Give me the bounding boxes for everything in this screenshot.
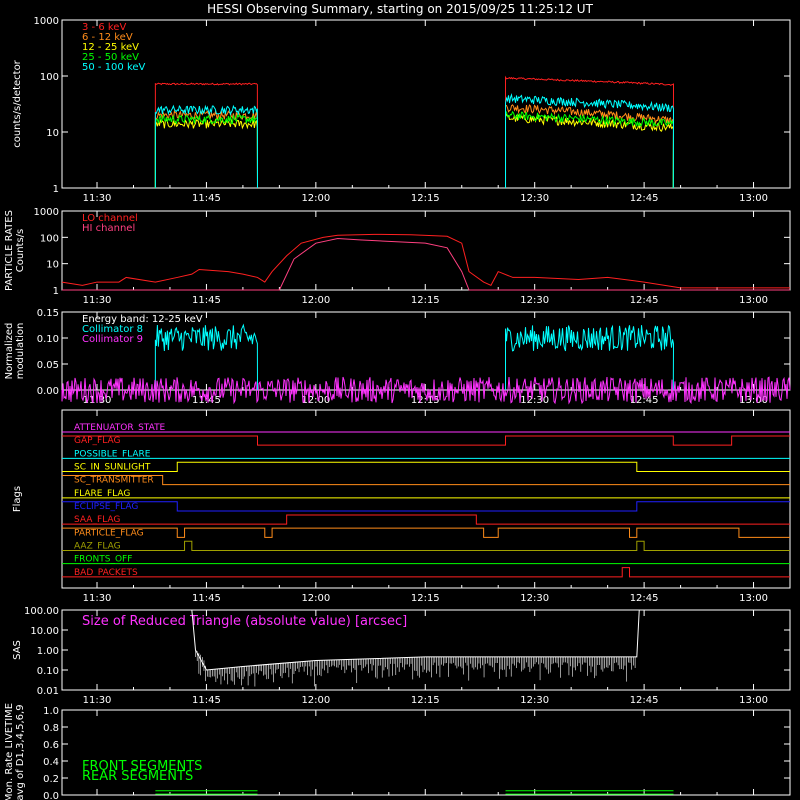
x-tick-label: 13:00 [739, 295, 768, 306]
y-axis-label: Flags [12, 486, 23, 512]
y-axis-label: avg of D1,3,4,5,6,9 [15, 704, 26, 800]
x-tick-label: 11:30 [83, 295, 112, 306]
y-tick-label: 100 [40, 72, 59, 83]
observing-summary-figure: HESSI Observing Summary, starting on 201… [0, 0, 800, 800]
flag-label: PARTICLE_FLAG [74, 528, 144, 538]
x-tick-label: 11:45 [192, 695, 221, 706]
y-tick-label: 0.6 [43, 740, 59, 751]
flag-label: GAP_FLAG [74, 436, 120, 446]
y-tick-label: 1000 [34, 16, 59, 27]
x-tick-label: 12:00 [301, 193, 330, 204]
x-tick-label: 12:30 [520, 695, 549, 706]
y-tick-label: 1.0 [43, 706, 59, 717]
x-tick-label: 11:30 [83, 695, 112, 706]
x-tick-label: 12:15 [411, 695, 440, 706]
x-tick-label: 13:00 [739, 193, 768, 204]
legend-entry: REAR SEGMENTS [82, 769, 193, 784]
y-tick-label: 10 [46, 128, 59, 139]
y-axis-label: Normalized [4, 323, 15, 380]
y-axis-label: SAS [12, 640, 23, 660]
y-tick-label: 0.10 [37, 666, 59, 677]
y-tick-label: 0.01 [37, 686, 59, 697]
x-tick-label: 12:30 [520, 593, 549, 604]
x-tick-label: 12:45 [630, 295, 659, 306]
x-tick-label: 12:45 [630, 695, 659, 706]
x-tick-label: 11:45 [192, 295, 221, 306]
y-tick-label: 100.00 [24, 606, 59, 617]
x-tick-label: 12:00 [301, 593, 330, 604]
y-axis-label: modulation [15, 323, 26, 380]
y-tick-label: 0.15 [37, 308, 59, 319]
flag-label: ECLIPSE_FLAG [74, 502, 138, 512]
x-tick-label: 13:00 [739, 593, 768, 604]
y-tick-label: 0.2 [43, 774, 59, 785]
y-tick-label: 1.00 [37, 646, 59, 657]
figure-title: HESSI Observing Summary, starting on 201… [207, 2, 593, 16]
legend-entry: HI channel [82, 223, 135, 234]
legend-entry: 50 - 100 keV [82, 62, 146, 73]
figure-background [0, 0, 800, 800]
y-tick-label: 0.8 [43, 723, 59, 734]
x-tick-label: 12:00 [301, 395, 330, 406]
y-tick-label: 0.00 [37, 386, 59, 397]
x-tick-label: 12:15 [411, 193, 440, 204]
x-tick-label: 11:30 [83, 193, 112, 204]
y-tick-label: 0.05 [37, 360, 59, 371]
x-tick-label: 12:15 [411, 395, 440, 406]
y-tick-label: 100 [40, 233, 59, 244]
y-tick-label: 10.00 [30, 626, 59, 637]
x-tick-label: 12:30 [520, 295, 549, 306]
panel-annotation: Size of Reduced Triangle (absolute value… [82, 614, 407, 629]
legend-entry: Collimator 9 [82, 334, 143, 345]
y-axis-label: Mon. Rate LIVETIME [4, 703, 15, 800]
y-axis-label: Counts/s [15, 229, 26, 273]
y-tick-label: 0.0 [43, 791, 59, 800]
y-tick-label: 0.4 [43, 757, 59, 768]
x-tick-label: 11:45 [192, 593, 221, 604]
x-tick-label: 12:45 [630, 593, 659, 604]
x-tick-label: 12:30 [520, 193, 549, 204]
y-tick-label: 1 [53, 184, 59, 195]
x-tick-label: 12:45 [630, 193, 659, 204]
x-tick-label: 12:00 [301, 695, 330, 706]
x-tick-label: 12:15 [411, 593, 440, 604]
y-tick-label: 1 [53, 286, 59, 297]
x-tick-label: 12:00 [301, 295, 330, 306]
y-tick-label: 0.10 [37, 334, 59, 345]
y-axis-label: counts/s/detector [12, 59, 23, 147]
y-tick-label: 10 [46, 260, 59, 271]
x-tick-label: 11:30 [83, 593, 112, 604]
x-tick-label: 11:45 [192, 193, 221, 204]
y-tick-label: 1000 [34, 207, 59, 218]
y-axis-label: PARTICLE RATES [4, 210, 15, 291]
x-tick-label: 13:00 [739, 695, 768, 706]
flag-label: SC_TRANSMITTER [74, 476, 154, 486]
x-tick-label: 13:00 [739, 395, 768, 406]
x-tick-label: 12:15 [411, 295, 440, 306]
